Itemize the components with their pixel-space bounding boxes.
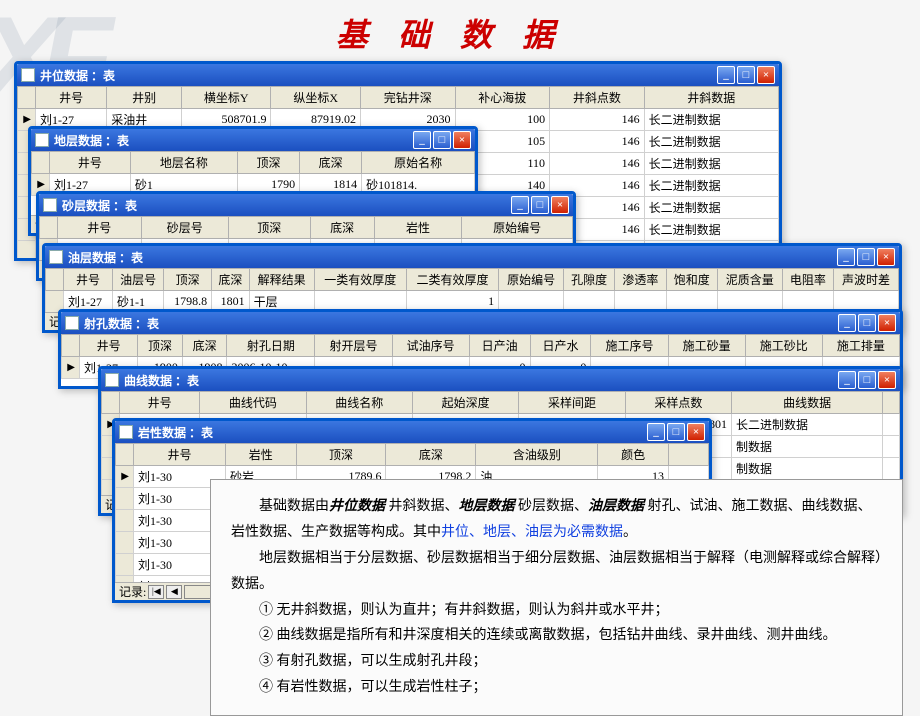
close-button[interactable]: × (551, 196, 569, 214)
titlebar-stratum[interactable]: 地层数据 ：表 _ □ × (31, 129, 475, 151)
app-icon (119, 425, 133, 439)
maximize-button[interactable]: □ (858, 371, 876, 389)
minimize-button[interactable]: _ (838, 371, 856, 389)
window-title: 油层数据 ：表 (68, 249, 143, 266)
app-icon (65, 316, 79, 330)
minimize-button[interactable]: _ (413, 131, 431, 149)
maximize-button[interactable]: □ (857, 248, 875, 266)
window-title: 岩性数据 ：表 (138, 424, 213, 441)
app-icon (43, 198, 57, 212)
maximize-button[interactable]: □ (737, 66, 755, 84)
minimize-button[interactable]: _ (837, 248, 855, 266)
app-icon (35, 133, 49, 147)
minimize-button[interactable]: _ (838, 314, 856, 332)
oil-table[interactable]: 井号油层号顶深底深解释结果一类有效厚度二类有效厚度原始编号孔隙度渗透率饱和度泥质… (45, 268, 899, 312)
app-icon (105, 373, 119, 387)
close-button[interactable]: × (878, 314, 896, 332)
maximize-button[interactable]: □ (667, 423, 685, 441)
nav-prev-button[interactable]: ◀ (166, 585, 182, 599)
titlebar-oil[interactable]: 油层数据 ：表 _ □ × (45, 246, 899, 268)
app-icon (49, 250, 63, 264)
nav-first-button[interactable]: |◀ (148, 585, 164, 599)
titlebar-curve[interactable]: 曲线数据 ：表 _ □ × (101, 369, 900, 391)
titlebar-perforation[interactable]: 射孔数据 ：表 _ □ × (61, 312, 900, 334)
close-button[interactable]: × (757, 66, 775, 84)
window-title: 砂层数据 ：表 (62, 197, 137, 214)
description-textbox: 基础数据由井位数据 井斜数据、地层数据 砂层数据、油层数据 射孔、试油、施工数据… (210, 479, 903, 716)
titlebar-well-position[interactable]: 井位数据 ：表 _ □ × (17, 64, 779, 86)
minimize-button[interactable]: _ (647, 423, 665, 441)
maximize-button[interactable]: □ (531, 196, 549, 214)
app-icon (21, 68, 35, 82)
maximize-button[interactable]: □ (858, 314, 876, 332)
close-button[interactable]: × (687, 423, 705, 441)
window-title: 射孔数据 ：表 (84, 315, 159, 332)
titlebar-lithology[interactable]: 岩性数据 ：表 _ □ × (115, 421, 709, 443)
page-title: 基础数据 (0, 0, 920, 61)
close-button[interactable]: × (877, 248, 895, 266)
window-title: 地层数据 ：表 (54, 132, 129, 149)
close-button[interactable]: × (878, 371, 896, 389)
close-button[interactable]: × (453, 131, 471, 149)
minimize-button[interactable]: _ (511, 196, 529, 214)
minimize-button[interactable]: _ (717, 66, 735, 84)
window-title: 曲线数据 ：表 (124, 372, 199, 389)
stratum-table[interactable]: 井号地层名称顶深底深原始名称 ▶ 刘1-27砂117901814砂101814. (31, 151, 475, 196)
window-title: 井位数据 ：表 (40, 67, 115, 84)
maximize-button[interactable]: □ (433, 131, 451, 149)
titlebar-sand[interactable]: 砂层数据 ：表 _ □ × (39, 194, 573, 216)
